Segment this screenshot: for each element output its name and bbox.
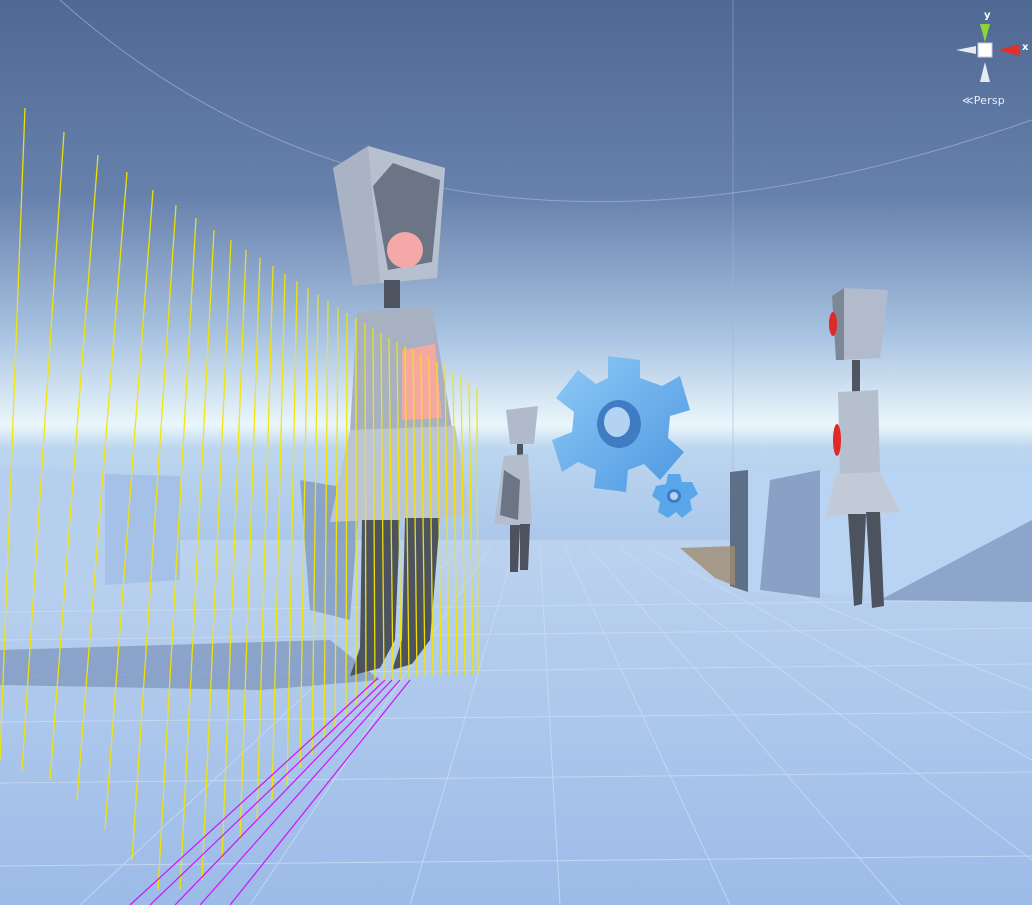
wall-block-left[interactable] [0,466,180,596]
scene-orientation-gizmo[interactable]: y x [950,8,1032,108]
character-eye-red [829,312,837,336]
projection-toggle[interactable]: ≪Persp [962,94,1005,107]
scene-view-viewport[interactable]: y x ≪Persp [0,0,1032,905]
character-side-red [833,424,841,456]
character-face-pink [387,232,423,268]
scene-canvas[interactable] [0,0,1032,905]
axis-x-label: x [1022,42,1029,53]
axis-gizmo-icon[interactable] [950,8,1032,94]
projection-label: Persp [973,94,1005,107]
perspective-toggle-icon: ≪ [962,94,974,107]
axis-y-label: y [984,10,991,21]
